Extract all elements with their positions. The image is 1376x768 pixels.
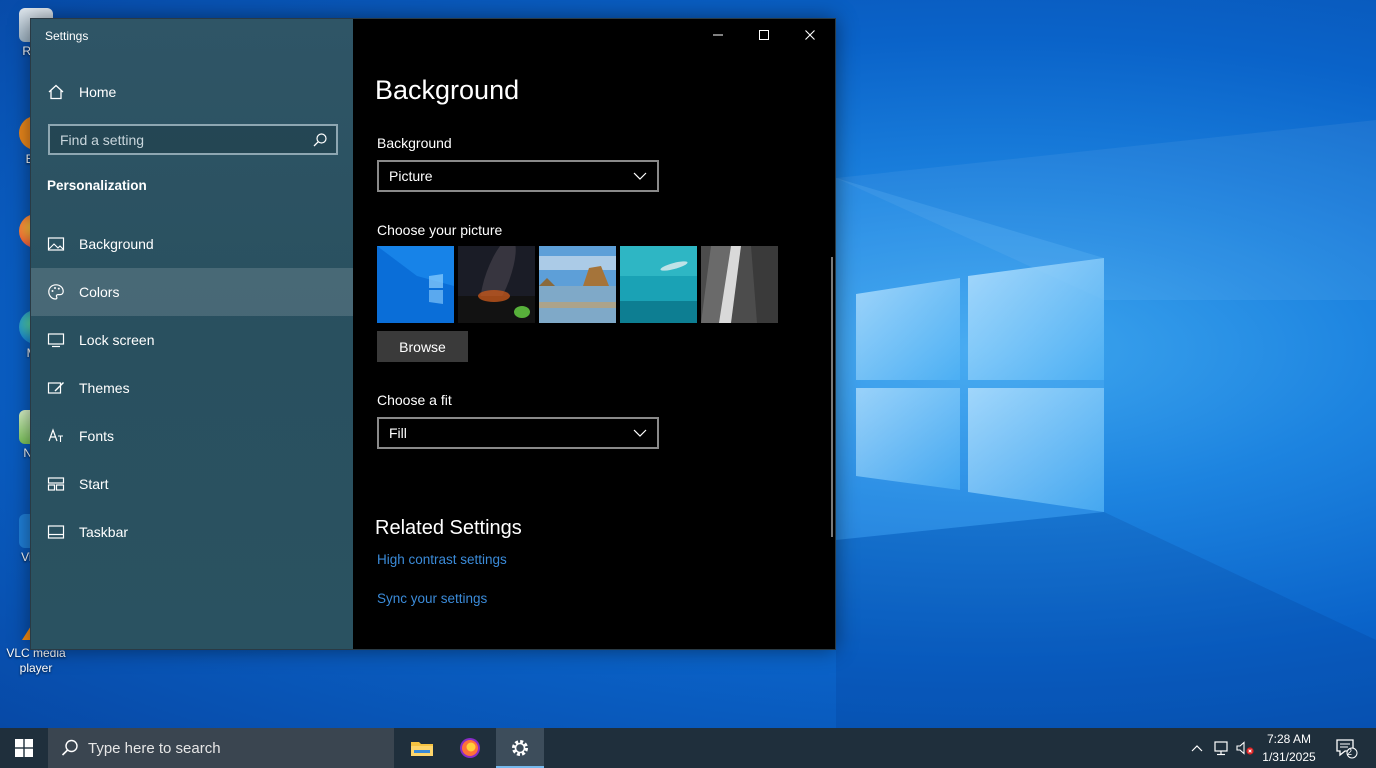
windows-logo-wallpaper [856,258,1104,512]
show-hidden-icons-button[interactable] [1184,728,1210,768]
volume-muted-icon [1236,741,1254,755]
start-layout-icon [47,477,65,491]
related-settings-heading: Related Settings [375,517,522,539]
minimize-icon [713,34,723,36]
picture-thumb-night-sky[interactable] [458,246,535,323]
sidebar-item-themes[interactable]: Themes [31,364,353,412]
picture-thumb-windows-blue[interactable] [377,246,454,323]
sidebar-item-background[interactable]: Background [31,220,353,268]
find-setting-search-box[interactable] [48,124,338,155]
settings-window: Settings Home Personalization Background [30,18,836,650]
maximize-icon [759,30,769,40]
taskbar-search-box[interactable]: Type here to search [48,728,394,768]
choose-picture-label: Choose your picture [377,222,503,238]
picture-thumb-underwater[interactable] [620,246,697,323]
gear-icon [512,740,528,756]
personalization-nav: Background Colors Lock screen Themes Fon… [31,220,353,556]
start-button[interactable] [0,728,48,768]
content-pane: Background Background Picture Choose you… [353,19,835,649]
sidebar-item-start[interactable]: Start [31,460,353,508]
windows-blue-thumbnail [377,246,454,323]
network-icon [1214,741,1228,756]
rock-cliff-thumbnail [701,246,778,323]
sidebar-item-label: Start [79,476,109,492]
background-label: Background [377,135,452,151]
window-title: Settings [45,29,89,43]
sidebar-item-label: Fonts [79,428,115,444]
volume-tray-button[interactable] [1232,728,1258,768]
windows-start-icon [15,739,33,757]
sidebar-item-label: Themes [79,380,130,396]
taskbar-icon [47,525,65,539]
search-icon [61,739,78,756]
chevron-down-icon [633,172,647,180]
high-contrast-settings-link[interactable]: High contrast settings [377,552,507,567]
maximize-button[interactable] [741,19,787,51]
sidebar-item-label: Taskbar [79,524,129,540]
close-icon [805,30,815,40]
close-button[interactable] [787,19,833,51]
font-icon [48,428,63,442]
browse-button[interactable]: Browse [377,331,468,362]
action-center-button[interactable]: 2 [1326,728,1366,768]
search-icon[interactable] [312,132,328,148]
content-scrollbar[interactable] [831,257,833,537]
underwater-swimmer-thumbnail [620,246,697,323]
sidebar: Settings Home Personalization Background [31,19,353,649]
background-type-dropdown[interactable]: Picture [377,160,659,192]
clock-date: 1/31/2025 [1262,750,1316,764]
home-icon [48,84,64,100]
sidebar-item-lock-screen[interactable]: Lock screen [31,316,353,364]
taskbar-clock[interactable]: 7:28 AM 1/31/2025 [1256,730,1322,766]
sidebar-item-fonts[interactable]: Fonts [31,412,353,460]
notification-icon [1336,739,1358,759]
palette-icon [48,284,64,300]
network-tray-button[interactable] [1208,728,1234,768]
sidebar-item-label: Lock screen [79,332,155,348]
notification-count-badge: 2 [1347,747,1353,757]
file-explorer-icon [411,742,433,756]
chevron-up-icon [1191,745,1203,752]
taskbar: Type here to search 7:28 AM 1/31/2025 2 [0,728,1376,768]
choose-fit-label: Choose a fit [377,392,452,408]
monitor-icon [47,333,65,348]
sidebar-item-colors[interactable]: Colors [31,268,353,316]
picture-thumb-rock-cliff[interactable] [701,246,778,323]
sidebar-item-taskbar[interactable]: Taskbar [31,508,353,556]
home-nav-item[interactable]: Home [31,77,353,107]
beach-rocks-thumbnail [539,246,616,323]
background-type-value: Picture [389,168,433,184]
section-title: Personalization [47,178,147,193]
night-sky-thumbnail [458,246,535,323]
firefox-icon [460,738,480,758]
fit-value: Fill [389,425,407,441]
minimize-button[interactable] [695,19,741,51]
clock-time: 7:28 AM [1266,732,1312,746]
picture-thumb-beach[interactable] [539,246,616,323]
choose-fit-dropdown[interactable]: Fill [377,417,659,449]
taskbar-search-placeholder: Type here to search [88,739,221,757]
sidebar-item-label: Background [79,236,154,252]
home-label: Home [79,84,117,100]
sidebar-item-label: Colors [79,284,120,300]
page-title: Background [375,75,520,105]
chevron-down-icon [633,429,647,437]
sync-settings-link[interactable]: Sync your settings [377,591,487,606]
find-setting-input[interactable] [50,130,312,149]
desktop-icon-label: VLC media player [6,646,66,675]
taskbar-file-explorer[interactable] [398,728,446,768]
picture-thumbnails [377,246,778,323]
brush-icon [47,382,64,394]
taskbar-firefox[interactable] [446,728,494,768]
taskbar-settings[interactable] [496,728,544,768]
picture-icon [47,237,65,251]
